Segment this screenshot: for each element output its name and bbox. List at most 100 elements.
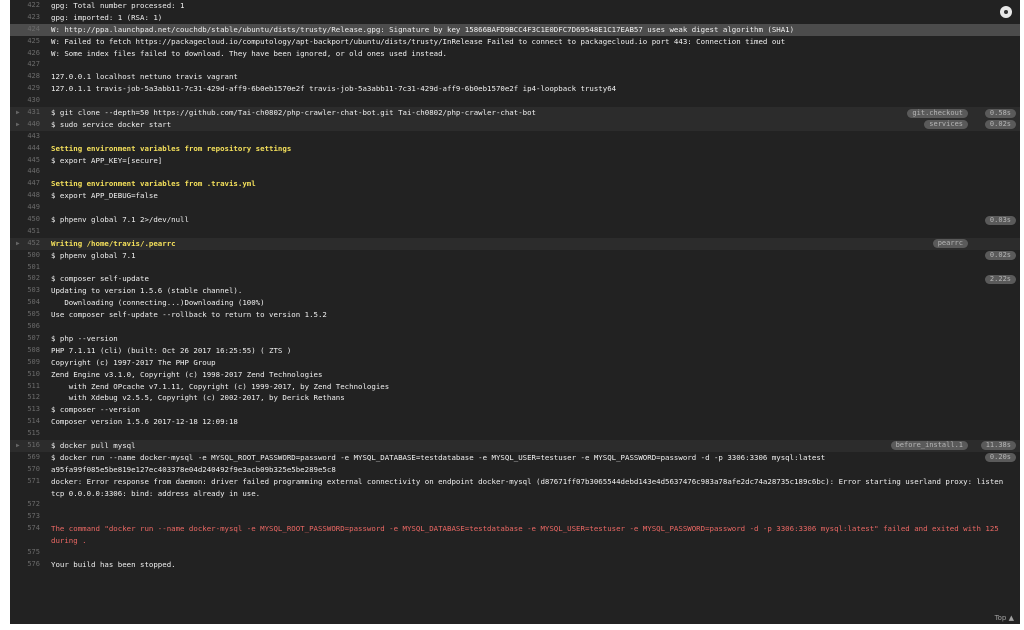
log-text: Composer version 1.5.6 2017-12-18 12:09:… xyxy=(51,417,238,427)
log-text: $ export APP_DEBUG=false xyxy=(51,191,158,201)
log-text: Updating to version 1.5.6 (stable channe… xyxy=(51,286,243,296)
line-number[interactable]: 431 xyxy=(10,107,40,119)
line-number[interactable]: 445 xyxy=(10,155,40,167)
log-line: 570 a95fa99f085e5be819e127ec403378e04d240… xyxy=(10,464,1020,476)
line-number[interactable]: 576 xyxy=(10,559,40,571)
line-number[interactable]: 570 xyxy=(10,464,40,476)
line-number[interactable]: 574 xyxy=(10,523,40,535)
log-line: 575 xyxy=(10,547,1020,559)
line-number[interactable]: 500 xyxy=(10,250,40,262)
log-line: 423 gpg: imported: 1 (RSA: 1) xyxy=(10,12,1020,24)
line-number[interactable]: 575 xyxy=(10,547,40,559)
log-text-error: The command "docker run --name docker-my… xyxy=(51,524,999,546)
log-text: gpg: Total number processed: 1 xyxy=(51,1,185,10)
log-text: W: Failed to fetch https://packagecloud.… xyxy=(51,36,786,46)
duration-badge: 0.03s xyxy=(984,215,1016,225)
line-number[interactable]: 573 xyxy=(10,511,40,523)
log-line: 449 xyxy=(10,202,1020,214)
line-number[interactable]: 572 xyxy=(10,499,40,511)
line-number[interactable]: 508 xyxy=(10,345,40,357)
line-number[interactable]: 430 xyxy=(10,95,40,107)
log-line: 447 Setting environment variables from .t… xyxy=(10,178,1020,190)
fold-pearrc[interactable]: ▶ 452 Writing /home/travis/.pearrc pearrc xyxy=(10,237,1020,250)
line-number[interactable]: 451 xyxy=(10,226,40,238)
line-number[interactable]: 511 xyxy=(10,381,40,393)
line-number[interactable]: 502 xyxy=(10,273,40,285)
line-number[interactable]: 501 xyxy=(10,262,40,274)
line-number[interactable]: 569 xyxy=(10,452,40,464)
fold-label-badge: git.checkout xyxy=(907,108,968,118)
line-number[interactable]: 446 xyxy=(10,166,40,178)
log-text: $ export APP_KEY=[secure] xyxy=(51,155,163,165)
line-number[interactable]: 428 xyxy=(10,71,40,83)
log-text: PHP 7.1.11 (cli) (built: Oct 26 2017 16:… xyxy=(51,345,292,355)
line-number[interactable]: 506 xyxy=(10,321,40,333)
fold-label-badge: before_install.1 xyxy=(890,441,968,451)
log-text: Your build has been stopped. xyxy=(51,559,176,569)
line-number[interactable]: 450 xyxy=(10,214,40,226)
line-number[interactable]: 448 xyxy=(10,190,40,202)
fold-git-checkout[interactable]: ▶ 431 $ git clone --depth=50 https://githu… xyxy=(10,107,1020,119)
log-line: 425 W: Failed to fetch https://packageclo… xyxy=(10,36,1020,48)
log-line: 502 $ composer self-update 2.22s xyxy=(10,273,1020,285)
line-number[interactable]: 424 xyxy=(10,24,40,36)
line-number[interactable]: 422 xyxy=(10,0,40,12)
line-number[interactable]: 516 xyxy=(10,440,40,452)
log-text: $ docker pull mysql xyxy=(51,440,136,450)
log-line: 444 Setting environment variables from re… xyxy=(10,143,1020,155)
line-number[interactable]: 503 xyxy=(10,285,40,297)
log-line: 446 xyxy=(10,166,1020,178)
log-text: $ phpenv global 7.1 xyxy=(51,250,136,260)
line-number[interactable]: 512 xyxy=(10,392,40,404)
line-number[interactable]: 425 xyxy=(10,36,40,48)
line-number[interactable]: 515 xyxy=(10,428,40,440)
fold-before-install[interactable]: ▶ 516 $ docker pull mysql before_install.1 1… xyxy=(10,439,1020,452)
log-text-heading: Setting environment variables from repos… xyxy=(51,143,292,153)
line-number[interactable]: 514 xyxy=(10,416,40,428)
line-number[interactable]: 426 xyxy=(10,48,40,60)
line-number[interactable]: 571 xyxy=(10,476,40,488)
log-line: 510 Zend Engine v3.1.0, Copyright (c) 199… xyxy=(10,369,1020,381)
log-line: 513 $ composer --version xyxy=(10,404,1020,416)
line-number[interactable]: 510 xyxy=(10,369,40,381)
line-number[interactable]: 423 xyxy=(10,12,40,24)
line-number[interactable]: 447 xyxy=(10,178,40,190)
line-number[interactable]: 452 xyxy=(10,238,40,250)
log-line: 451 xyxy=(10,226,1020,238)
log-line: 500 $ phpenv global 7.1 0.02s xyxy=(10,250,1020,262)
log-line: 507 $ php --version xyxy=(10,333,1020,345)
duration-badge: 0.02s xyxy=(984,251,1016,261)
line-number[interactable]: 443 xyxy=(10,131,40,143)
log-line-highlighted: 424 W: http://ppa.launchpad.net/couchdb/s… xyxy=(10,23,1020,36)
log-line: 428 127.0.0.1 localhost nettuno travis va… xyxy=(10,71,1020,83)
log-text: Zend Engine v3.1.0, Copyright (c) 1998-2… xyxy=(51,369,323,379)
log-line: 450 $ phpenv global 7.1 2>/dev/null 0.03s xyxy=(10,214,1020,226)
log-line: 572 xyxy=(10,499,1020,511)
log-line: 429 127.0.1.1 travis-job-5a3abb11-7c31-42… xyxy=(10,83,1020,95)
log-line: 426 W: Some index files failed to downloa… xyxy=(10,48,1020,60)
duration-badge: 0.02s xyxy=(984,120,1016,130)
scroll-top-link[interactable]: Top ▲ xyxy=(995,614,1014,622)
log-line: 571 docker: Error response from daemon: d… xyxy=(10,476,1020,500)
line-number[interactable]: 449 xyxy=(10,202,40,214)
log-line: 512 with Xdebug v2.5.5, Copyright (c) 20… xyxy=(10,392,1020,404)
line-number[interactable]: 509 xyxy=(10,357,40,369)
fold-services[interactable]: ▶ 440 $ sudo service docker start services 0… xyxy=(10,118,1020,131)
log-text: $ docker run --name docker-mysql -e MYSQ… xyxy=(51,452,826,462)
line-number[interactable]: 504 xyxy=(10,297,40,309)
line-number[interactable]: 507 xyxy=(10,333,40,345)
log-text: $ composer self-update xyxy=(51,274,149,284)
line-number[interactable]: 513 xyxy=(10,404,40,416)
line-number[interactable]: 429 xyxy=(10,83,40,95)
build-log: 422 gpg: Total number processed: 1 423 gpg… xyxy=(10,0,1020,624)
log-text: gpg: imported: 1 (RSA: 1) xyxy=(51,12,163,22)
line-number[interactable]: 444 xyxy=(10,143,40,155)
line-number[interactable]: 427 xyxy=(10,59,40,71)
duration-badge: 0.58s xyxy=(984,108,1016,118)
line-number[interactable]: 440 xyxy=(10,119,40,131)
line-number[interactable]: 505 xyxy=(10,309,40,321)
log-text: W: Some index files failed to download. … xyxy=(51,48,448,58)
log-line: 430 xyxy=(10,95,1020,107)
follow-log-button[interactable] xyxy=(1000,6,1012,18)
log-text: with Xdebug v2.5.5, Copyright (c) 2002-2… xyxy=(51,393,345,403)
